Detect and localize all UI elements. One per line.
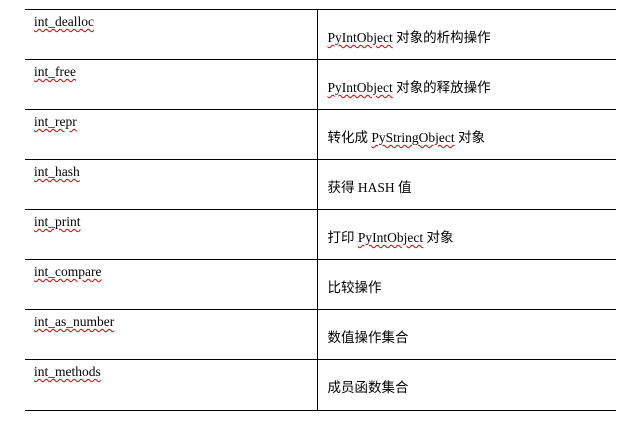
desc-text: 对象	[423, 230, 454, 245]
table-row: int_dealloc PyIntObject 对象的析构操作	[25, 9, 616, 60]
desc-object-name: PyIntObject	[357, 230, 424, 245]
function-name-cell: int_dealloc	[25, 9, 318, 60]
table-row: int_compare 比较操作	[25, 259, 616, 310]
desc-text: 对象	[454, 130, 485, 145]
function-name-cell: int_as_number	[25, 309, 318, 360]
function-name-cell: int_methods	[25, 359, 318, 411]
function-name: int_print	[34, 214, 81, 229]
function-name-cell: int_free	[25, 59, 318, 110]
function-name: int_methods	[34, 364, 101, 379]
function-desc-cell: 成员函数集合	[317, 359, 616, 411]
function-name-cell: int_compare	[25, 259, 318, 310]
function-desc-cell: PyIntObject 对象的析构操作	[317, 9, 616, 60]
function-name-cell: int_repr	[25, 109, 318, 160]
desc-text: 对象的释放操作	[392, 80, 491, 95]
table-row: int_hash 获得 HASH 值	[25, 159, 616, 210]
table-row: int_methods 成员函数集合	[25, 359, 616, 411]
desc-text: 数值操作集合	[327, 330, 409, 345]
function-desc-cell: 数值操作集合	[317, 309, 616, 360]
desc-text: 获得 HASH 值	[327, 180, 412, 195]
desc-text: 成员函数集合	[327, 380, 409, 395]
function-name: int_dealloc	[34, 14, 94, 29]
function-desc-cell: 获得 HASH 值	[317, 159, 616, 210]
function-desc-cell: PyIntObject 对象的释放操作	[317, 59, 616, 110]
function-desc-cell: 转化成 PyStringObject 对象	[317, 109, 616, 160]
function-name-cell: int_print	[25, 209, 318, 260]
desc-text: 对象的析构操作	[392, 30, 491, 45]
table-row: int_repr 转化成 PyStringObject 对象	[25, 109, 616, 160]
desc-object-name: PyStringObject	[371, 130, 455, 145]
table-row: int_free PyIntObject 对象的释放操作	[25, 59, 616, 110]
function-name: int_as_number	[34, 314, 115, 329]
desc-text: 打印	[327, 230, 358, 245]
function-name-cell: int_hash	[25, 159, 318, 210]
table-row: int_print 打印 PyIntObject 对象	[25, 209, 616, 260]
desc-object-name: PyIntObject	[327, 80, 393, 95]
function-name: int_repr	[34, 114, 77, 129]
desc-object-name: PyIntObject	[327, 30, 393, 45]
desc-text: 转化成	[327, 130, 372, 145]
function-name: int_hash	[34, 164, 80, 179]
desc-text: 比较操作	[327, 280, 382, 295]
function-table: int_dealloc PyIntObject 对象的析构操作 int_free…	[25, 9, 616, 411]
function-desc-cell: 比较操作	[317, 259, 616, 310]
table-row: int_as_number 数值操作集合	[25, 309, 616, 360]
function-name: int_compare	[34, 264, 102, 279]
function-name: int_free	[34, 64, 76, 79]
function-desc-cell: 打印 PyIntObject 对象	[317, 209, 616, 260]
